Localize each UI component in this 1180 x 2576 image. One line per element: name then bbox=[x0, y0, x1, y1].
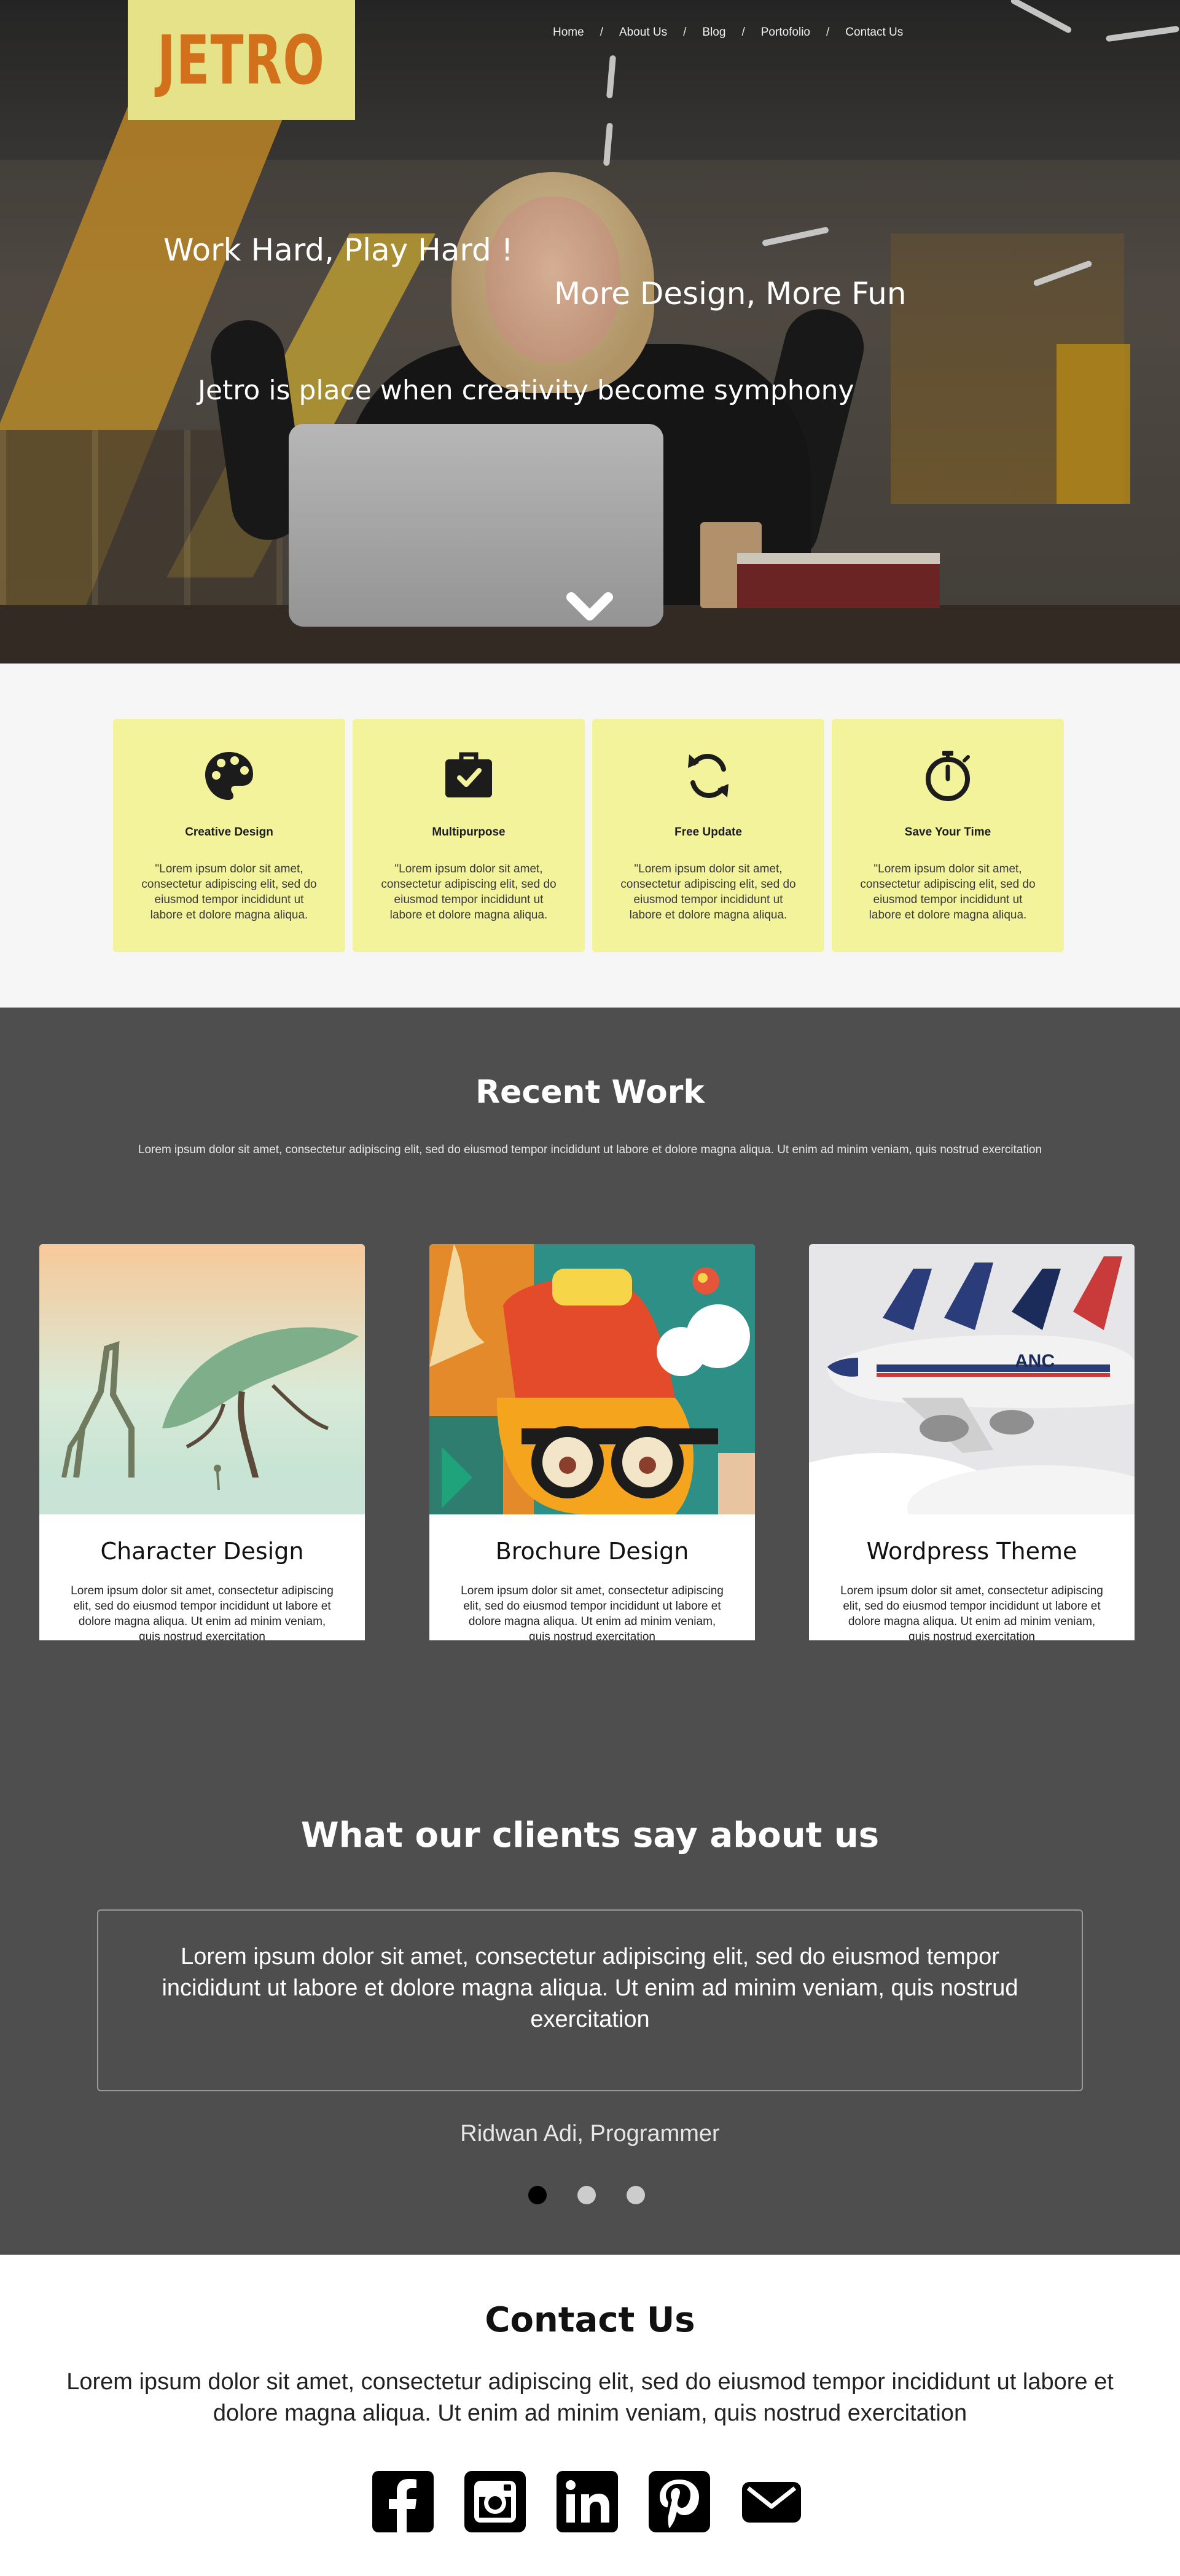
nav-link-blog[interactable]: Blog bbox=[702, 26, 725, 39]
section-title: What our clients say about us bbox=[300, 1815, 880, 1855]
nav-separator: / bbox=[741, 26, 745, 39]
social-links bbox=[372, 2471, 802, 2532]
testimonial-section: What our clients say about us Lorem ipsu… bbox=[0, 1640, 1180, 2255]
section-title: Contact Us bbox=[485, 2300, 695, 2340]
wordpress-theme-image: ANC bbox=[809, 1244, 1135, 1551]
nav-separator: / bbox=[600, 26, 603, 39]
hero-tagline: Jetro is place when creativity become sy… bbox=[198, 375, 854, 406]
main-nav: Home / About Us / Blog / Portofolio / Co… bbox=[553, 26, 903, 39]
sync-icon bbox=[688, 754, 729, 798]
palette-icon bbox=[205, 752, 253, 800]
nav-separator: / bbox=[826, 26, 830, 39]
nav-link-home[interactable]: Home bbox=[553, 26, 584, 39]
work-card-title: Wordpress Theme bbox=[866, 1538, 1077, 1565]
testimonial-quote: Lorem ipsum dolor sit amet, consectetur … bbox=[162, 1944, 1018, 2032]
nav-link-about-us[interactable]: About Us bbox=[619, 26, 667, 39]
carousel-dots bbox=[528, 2186, 645, 2204]
work-card-title: Brochure Design bbox=[495, 1538, 689, 1565]
work-card-text: Lorem ipsum dolor sit amet, consectetur … bbox=[840, 1584, 1103, 1643]
testimonial-author: Ridwan Adi, Programmer bbox=[460, 2121, 720, 2147]
stopwatch-icon bbox=[926, 751, 970, 801]
work-card-text: Lorem ipsum dolor sit amet, consectetur … bbox=[71, 1584, 334, 1643]
contact-text: Lorem ipsum dolor sit amet, consectetur … bbox=[66, 2369, 1114, 2426]
briefcase-check-icon bbox=[445, 752, 492, 797]
section-subtitle: Lorem ipsum dolor sit amet, consectetur … bbox=[138, 1143, 1042, 1156]
carousel-dot[interactable] bbox=[627, 2186, 645, 2204]
feature-text: "Lorem ipsum dolor sit amet, consectetur… bbox=[141, 863, 317, 922]
recent-work-section: Recent Work Lorem ipsum dolor sit amet, … bbox=[0, 1008, 1180, 1729]
hero-subheadline: More Design, More Fun bbox=[554, 276, 907, 311]
logo[interactable]: JETRO bbox=[128, 0, 355, 120]
section-title: Recent Work bbox=[475, 1074, 705, 1111]
feature-title: Free Update bbox=[674, 826, 742, 839]
feature-text: "Lorem ipsum dolor sit amet, consectetur… bbox=[860, 863, 1036, 922]
linkedin-icon[interactable] bbox=[557, 2471, 618, 2532]
brochure-design-image bbox=[429, 1244, 755, 1514]
hero-headline: Work Hard, Play Hard ! bbox=[163, 232, 514, 268]
feature-title: Save Your Time bbox=[904, 826, 991, 839]
testimonial-quote-box: Lorem ipsum dolor sit amet, consectetur … bbox=[97, 1909, 1083, 2091]
feature-card: Multipurpose "Lorem ipsum dolor sit amet… bbox=[353, 719, 585, 952]
svg-text:ANC: ANC bbox=[1015, 1351, 1055, 1371]
character-design-image bbox=[39, 1244, 365, 1514]
feature-card: Creative Design "Lorem ipsum dolor sit a… bbox=[113, 719, 345, 952]
contact-section: Contact Us Lorem ipsum dolor sit amet, c… bbox=[0, 2255, 1180, 2576]
email-icon[interactable] bbox=[741, 2471, 802, 2532]
nav-separator: / bbox=[683, 26, 687, 39]
work-card-title: Character Design bbox=[100, 1538, 304, 1565]
features-section: Creative Design "Lorem ipsum dolor sit a… bbox=[0, 664, 1180, 1008]
logo-text: JETRO bbox=[157, 20, 326, 100]
instagram-icon[interactable] bbox=[464, 2471, 526, 2532]
feature-text: "Lorem ipsum dolor sit amet, consectetur… bbox=[381, 863, 557, 922]
work-card-text: Lorem ipsum dolor sit amet, consectetur … bbox=[461, 1584, 724, 1643]
nav-link-contact-us[interactable]: Contact Us bbox=[845, 26, 903, 39]
hero-section: JETRO Home / About Us / Blog / Portofoli… bbox=[0, 0, 1180, 664]
carousel-dot[interactable] bbox=[528, 2186, 547, 2204]
feature-card: Free Update "Lorem ipsum dolor sit amet,… bbox=[592, 719, 824, 952]
nav-link-portofolio[interactable]: Portofolio bbox=[761, 26, 810, 39]
carousel-dot[interactable] bbox=[577, 2186, 596, 2204]
facebook-icon[interactable] bbox=[372, 2471, 434, 2532]
feature-text: "Lorem ipsum dolor sit amet, consectetur… bbox=[620, 863, 796, 922]
feature-title: Multipurpose bbox=[432, 826, 506, 839]
feature-card: Save Your Time "Lorem ipsum dolor sit am… bbox=[832, 719, 1064, 952]
pinterest-icon[interactable] bbox=[649, 2471, 710, 2532]
chevron-down-icon[interactable] bbox=[565, 589, 614, 625]
feature-title: Creative Design bbox=[185, 826, 273, 839]
